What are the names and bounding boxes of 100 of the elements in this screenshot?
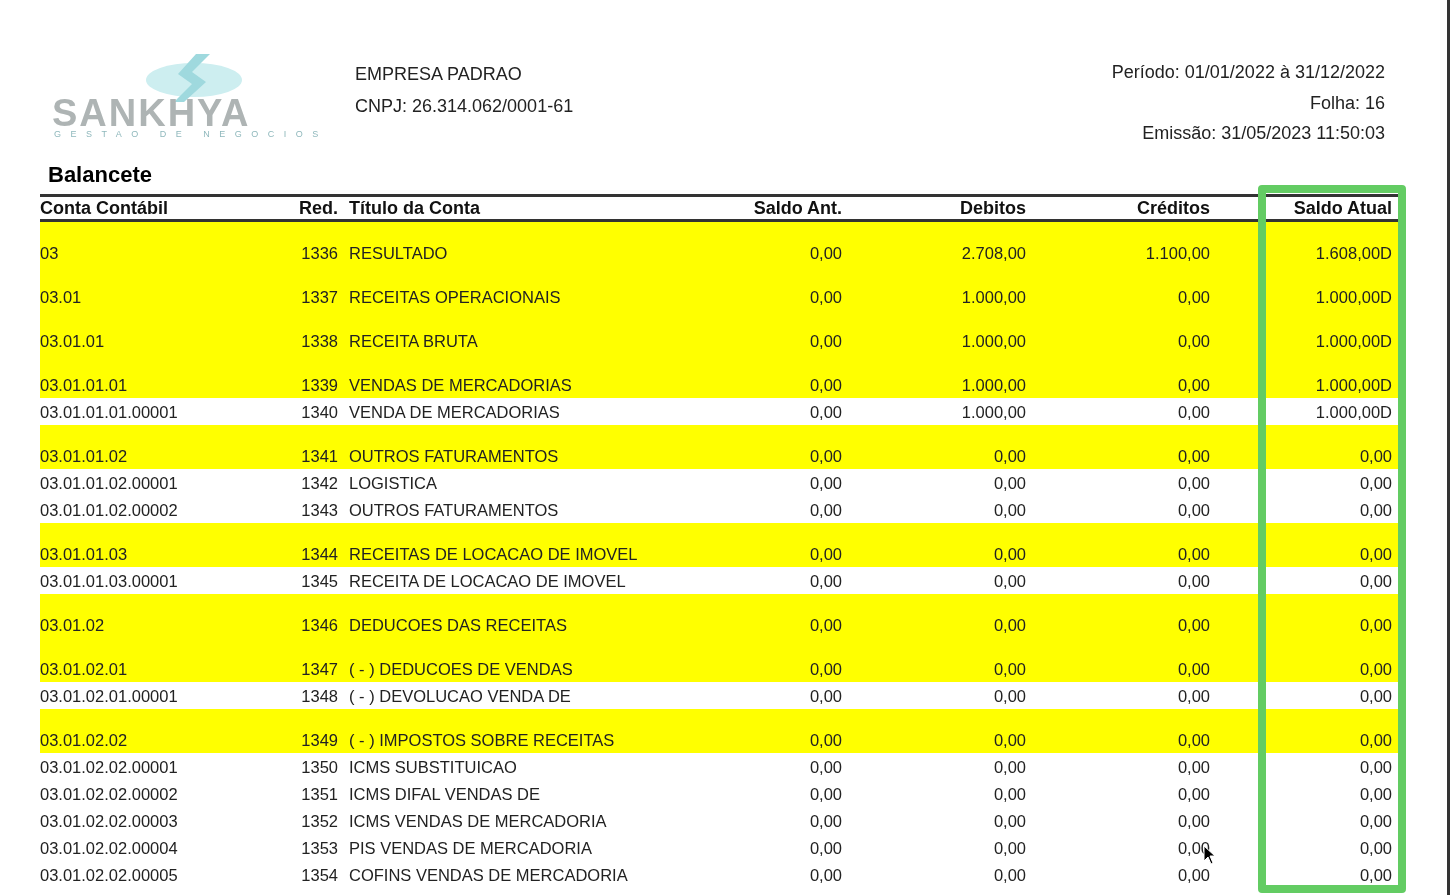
table-cell-text: 1353 xyxy=(300,838,338,858)
table-cell-text: 0,00 xyxy=(1358,571,1392,591)
table-cell-text: 0,00 xyxy=(1176,544,1210,564)
table-cell-text: 0,00 xyxy=(992,686,1026,706)
column-header: Créditos xyxy=(1136,197,1210,219)
table-cell-text: 1351 xyxy=(300,784,338,804)
table-cell-text: 0,00 xyxy=(1176,375,1210,395)
table-cell-text: 1344 xyxy=(300,544,338,564)
table-cell-text: 0,00 xyxy=(808,811,842,831)
table-cell-text: 0,00 xyxy=(1358,838,1392,858)
table-cell-text: 0,00 xyxy=(1176,659,1210,679)
table-cell-text: 0,00 xyxy=(1176,811,1210,831)
logo-tagline: GESTAO DE NEGOCIOS xyxy=(54,130,328,139)
column-header: Título da Conta xyxy=(348,197,481,219)
table-cell-text: 1343 xyxy=(300,500,338,520)
sheet-number: Folha: 16 xyxy=(1309,92,1385,115)
table-cell-text: 0,00 xyxy=(808,659,842,679)
table-cell-text: 0,00 xyxy=(1358,473,1392,493)
table-cell-text: 0,00 xyxy=(992,865,1026,885)
table-cell-text: 1348 xyxy=(300,686,338,706)
table-cell-text: 03.01.01.02.00002 xyxy=(40,500,179,520)
table-cell-text: 0,00 xyxy=(808,331,842,351)
table-cell-text: 0,00 xyxy=(1176,500,1210,520)
table-cell-text: 03.01.02.01 xyxy=(40,659,129,679)
table-cell-text: OUTROS FATURAMENTOS xyxy=(348,500,560,520)
table-cell-text: 0,00 xyxy=(808,446,842,466)
table-cell-text: VENDA DE MERCADORIAS xyxy=(348,402,561,422)
table-cell-text: VENDAS DE MERCADORIAS xyxy=(348,375,573,395)
issue-date: Emissão: 31/05/2023 11:50:03 xyxy=(1142,123,1385,145)
table-cell-text: 0,00 xyxy=(1176,446,1210,466)
table-cell-text: 1342 xyxy=(300,473,338,493)
table-cell-text: 03.01.02.01.00001 xyxy=(40,686,179,706)
table-cell-text: 2.708,00 xyxy=(960,243,1026,263)
table-cell-text: 1.000,00D xyxy=(1314,331,1392,351)
table-cell-text: 1336 xyxy=(300,243,338,263)
report-period: Período: 01/01/2022 à 31/12/2022 xyxy=(1111,62,1385,84)
table-cell-text: 0,00 xyxy=(1176,287,1210,307)
table-cell-text: 03.01.01.03 xyxy=(40,544,129,564)
table-cell-text: RECEITAS OPERACIONAIS xyxy=(348,287,562,307)
column-header: Saldo Ant. xyxy=(752,197,842,219)
table-cell-text: 0,00 xyxy=(1176,686,1210,706)
logo-wordmark: SANKHYA xyxy=(52,94,251,132)
table-cell-text: ICMS VENDAS DE MERCADORIA xyxy=(348,811,608,831)
table-cell-text: 03 xyxy=(40,243,60,263)
table-cell-text: 0,00 xyxy=(992,615,1026,635)
table-cell-text: 03.01.01 xyxy=(40,331,106,351)
table-cell-text: 0,00 xyxy=(992,500,1026,520)
table-cell-text: RECEITAS DE LOCACAO DE IMOVEL xyxy=(348,544,639,564)
table-cell-text: 1337 xyxy=(300,287,338,307)
table-cell-text: 0,00 xyxy=(808,784,842,804)
table-cell-text: 0,00 xyxy=(808,686,842,706)
table-cell-text: 1.100,00 xyxy=(1144,243,1210,263)
table-cell-text: 1.000,00 xyxy=(960,331,1026,351)
table-cell-text: 0,00 xyxy=(992,784,1026,804)
table-cell-text: 0,00 xyxy=(1358,757,1392,777)
table-cell-text: 03.01.01.03.00001 xyxy=(40,571,179,591)
table-cell-text: 03.01.02.02.00002 xyxy=(40,784,179,804)
table-cell-text: PIS VENDAS DE MERCADORIA xyxy=(348,838,593,858)
table-cell-text: 0,00 xyxy=(808,571,842,591)
table-cell-text: 0,00 xyxy=(808,500,842,520)
table-cell-text: 0,00 xyxy=(992,659,1026,679)
table-cell-text: 1.000,00 xyxy=(960,402,1026,422)
table-cell-text: 03.01.02.02.00004 xyxy=(40,838,179,858)
table-cell-text: 03.01.02.02.00001 xyxy=(40,757,179,777)
table-cell-text: 0,00 xyxy=(1176,730,1210,750)
table-cell-text: 0,00 xyxy=(1358,784,1392,804)
table-cell-text: 0,00 xyxy=(992,571,1026,591)
table-cell-text: 0,00 xyxy=(1176,473,1210,493)
table-cell-text: 1347 xyxy=(300,659,338,679)
table-cell-text: 1.000,00 xyxy=(960,375,1026,395)
table-cell-text: 0,00 xyxy=(808,730,842,750)
table-cell-text: 1.608,00D xyxy=(1314,243,1392,263)
table-cell-text: DEDUCOES DAS RECEITAS xyxy=(348,615,568,635)
table-cell-text: ( - ) DEDUCOES DE VENDAS xyxy=(348,659,574,679)
table-cell-text: ( - ) DEVOLUCAO VENDA DE xyxy=(348,686,572,706)
table-cell-text: 0,00 xyxy=(992,730,1026,750)
table-cell-text: 03.01.02.02.00005 xyxy=(40,865,179,885)
table-cell-text: 1341 xyxy=(300,446,338,466)
table-cell-text: 0,00 xyxy=(808,402,842,422)
table-cell-text: 0,00 xyxy=(1176,402,1210,422)
column-header: Red. xyxy=(298,197,338,219)
table-cell-text: 1.000,00D xyxy=(1314,287,1392,307)
table-cell-text: 0,00 xyxy=(808,473,842,493)
table-cell-text: 0,00 xyxy=(1176,784,1210,804)
table-cell-text: 0,00 xyxy=(1358,500,1392,520)
column-header: Debitos xyxy=(959,197,1026,219)
table-cell-text: ( - ) IMPOSTOS SOBRE RECEITAS xyxy=(348,730,616,750)
table-cell-text: 0,00 xyxy=(1176,571,1210,591)
table-cell-text: 1338 xyxy=(300,331,338,351)
table-cell-text: COFINS VENDAS DE MERCADORIA xyxy=(348,865,629,885)
company-cnpj: CNPJ: 26.314.062/0001-61 xyxy=(355,95,574,118)
table-cell-text: 1352 xyxy=(300,811,338,831)
table-cell-text: 0,00 xyxy=(808,757,842,777)
table-cell-text: 0,00 xyxy=(1358,865,1392,885)
table-cell-text: 0,00 xyxy=(992,446,1026,466)
table-cell-text: 1350 xyxy=(300,757,338,777)
table-cell-text: OUTROS FATURAMENTOS xyxy=(348,446,560,466)
table-cell-text: 0,00 xyxy=(1358,730,1392,750)
table-cell-text: 0,00 xyxy=(808,838,842,858)
company-name: EMPRESA PADRAO xyxy=(355,64,523,86)
